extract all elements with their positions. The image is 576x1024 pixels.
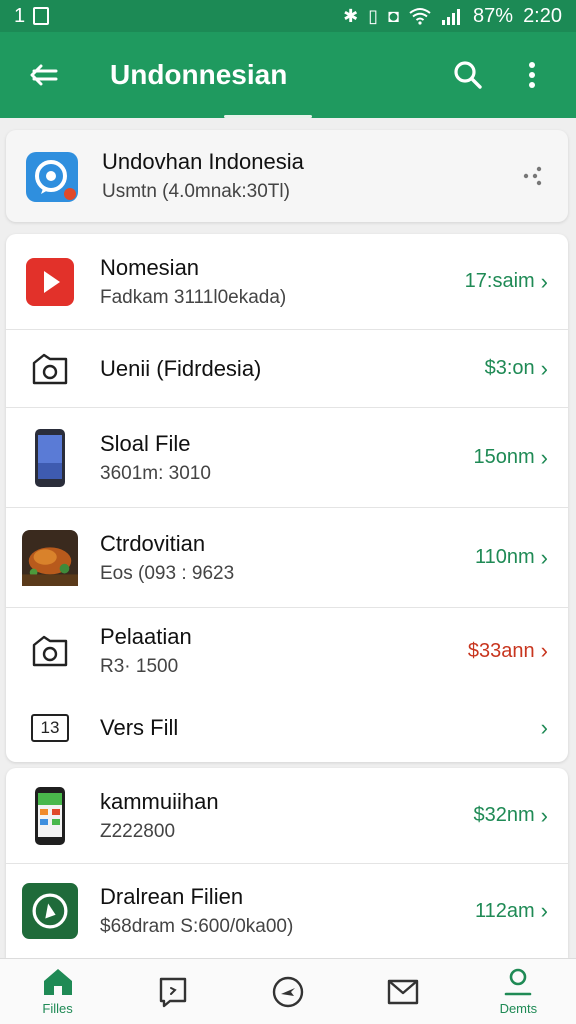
item-meta: $33ann › [468,640,548,663]
item-title: Uenii (Fidrdesia) [100,355,262,381]
featured-more-button[interactable] [518,161,548,191]
signal-icon [442,9,461,25]
file-list: Nomesian Fadkam 3111l0ekada) 17:saim › U… [6,234,568,762]
app-bar: Undonnesian [0,32,576,118]
nav-profile-label: Demts [499,1001,538,1016]
item-meta-text: 112am [475,899,535,922]
compass-app-icon [22,883,78,939]
item-title: Vers Fill [100,715,179,740]
camera-folder-icon [22,341,78,397]
phone-icon [22,428,78,487]
nav-profile[interactable]: Demts [470,967,566,1016]
file-list-secondary: kammuiihan Z222800 $32nm › Dralrean Fili… [6,768,568,958]
calendar-13-icon-text: 13 [31,714,69,742]
nav-messages[interactable] [125,976,221,1008]
person-icon [505,968,532,996]
mail-icon [387,979,419,1004]
page-title: Undonnesian [110,59,288,90]
phone-app-icon [22,786,78,845]
chevron-right-icon: › [540,355,548,381]
item-meta-text: 15onm [473,446,535,468]
back-arrow-icon [30,64,58,86]
item-title: Pelaatian [100,624,192,649]
item-meta-text: 110nm [475,546,535,568]
list-item[interactable]: Sloal File 3601m: 3010 15onm › [6,408,568,508]
item-meta: 110nm › [475,546,548,569]
item-subtitle: $68dram S:600/0ka00) [100,916,294,937]
item-title: kammuiihan [100,788,219,814]
search-icon [454,61,482,89]
item-subtitle: Fadkam 3111l0ekada) [100,286,287,308]
featured-title: Undovhan Indonesia [102,149,304,174]
wifi-icon [409,8,431,25]
chat-app-icon [24,148,80,204]
chevron-right-icon: › [540,638,548,663]
bluetooth-icon: ✱ [343,6,359,26]
list-item[interactable]: 13 Vers Fill › [6,694,568,762]
compass-icon [272,976,304,1007]
vibrate-icon: ▯ [368,6,379,26]
chevron-right-icon: › [540,715,548,740]
item-meta: 15onm › [474,446,548,469]
item-title: Dralrean Filien [100,884,244,909]
featured-row[interactable]: Undovhan Indonesia Usmtn (4.0mnak:30Tl) [6,130,568,222]
item-title: Nomesian [100,254,200,280]
bottom-navigation: Filles Demts [0,958,576,1024]
item-meta: › [541,717,548,739]
list-item[interactable]: Pelaatian R3· 1500 $33ann › [6,608,568,694]
item-subtitle: Z222800 [100,820,176,842]
item-meta: $3:on › [485,357,548,380]
item-meta-text: $33ann [467,639,535,662]
chevron-right-icon: › [540,544,548,570]
featured-card[interactable]: Undovhan Indonesia Usmtn (4.0mnak:30Tl) [6,130,568,222]
message-icon [159,977,186,1007]
camera-folder-icon [22,623,78,679]
item-meta-text: 17:saim [464,270,535,292]
item-meta: 112am › [475,900,548,923]
item-meta: 17:saim › [465,270,548,293]
nav-mail[interactable] [355,977,451,1007]
chevron-right-icon: › [540,268,548,294]
shield-icon: ◘ [388,6,400,26]
back-button[interactable] [22,53,66,97]
calendar-13-icon: 13 [22,700,78,756]
notification-box-icon [33,7,50,25]
item-title: Sloal File [100,430,191,456]
featured-subtitle: Usmtn (4.0mnak:30Tl) [102,181,290,202]
nav-files[interactable]: Filles [10,967,106,1016]
list-item[interactable]: Dralrean Filien $68dram S:600/0ka00) 112… [6,864,568,958]
battery-level: 87% [473,4,514,27]
search-button[interactable] [446,53,490,97]
item-subtitle: Eos (093 : 9623 [100,562,235,584]
chevron-right-icon: › [540,898,548,923]
more-dots-icon [523,166,542,186]
video-play-icon [22,254,78,310]
chevron-right-icon: › [540,444,548,470]
list-item[interactable]: Ctrdovitian Eos (093 : 9623 110nm › [6,508,568,608]
status-left-text: 1 [14,4,26,27]
chevron-right-icon: › [540,802,548,828]
item-title: Ctrdovitian [100,530,206,556]
status-bar: 1 ✱ ▯ ◘ 87% 2:20 [0,0,576,32]
list-item[interactable]: Uenii (Fidrdesia) $3:on › [6,330,568,408]
overflow-menu-button[interactable] [510,53,554,97]
item-meta-text: $32nm [473,804,535,826]
more-vertical-icon [529,62,535,88]
clock: 2:20 [523,4,562,27]
food-photo-icon [22,529,78,586]
home-icon [43,969,72,995]
item-meta-text: $3:on [484,357,535,379]
list-item[interactable]: Nomesian Fadkam 3111l0ekada) 17:saim › [6,234,568,330]
list-item[interactable]: kammuiihan Z222800 $32nm › [6,768,568,864]
item-meta: $32nm › [474,804,548,827]
tab-indicator [224,115,312,118]
nav-files-label: Filles [42,1001,73,1016]
item-subtitle: R3· 1500 [100,656,179,677]
nav-explore[interactable] [240,975,336,1009]
item-subtitle: 3601m: 3010 [100,462,211,484]
